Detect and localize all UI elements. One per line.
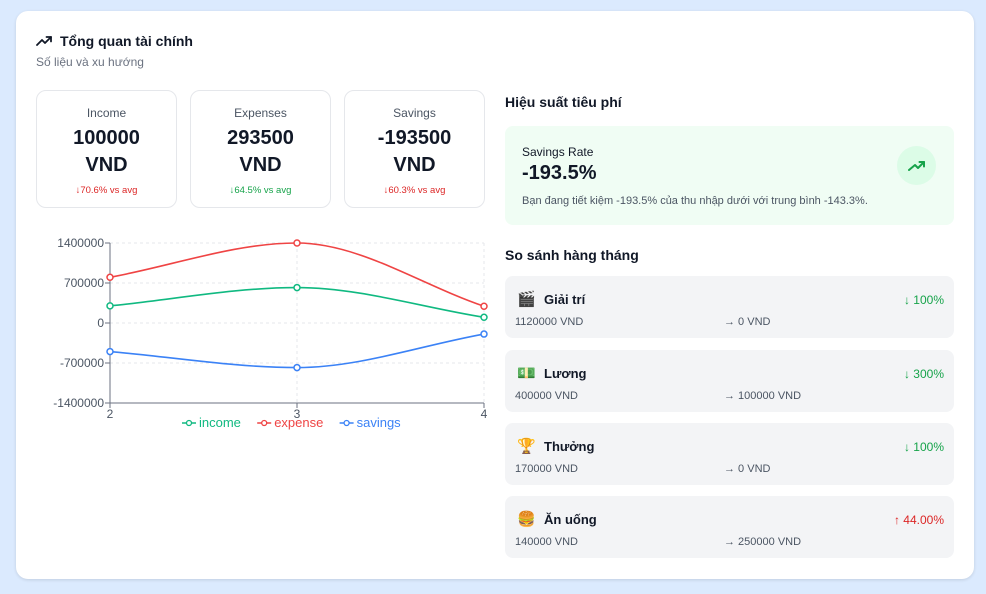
income-point [480,313,488,322]
savings-rate-value: -193.5% [522,162,597,184]
finance-overview-card: Tổng quan tài chính Số liệu và xu hướng … [16,11,974,579]
y-tick-label: 0 [97,316,104,330]
category-name: Lương [544,365,587,381]
expense-point [293,239,301,247]
category-name: Ăn uống [544,511,597,527]
legend-marker [343,419,350,427]
expense-point [480,302,488,310]
trend-line-chart: 14000007000000-700000-14000002 3 4income ex… [53,236,488,430]
card-subtitle: Số liệu và xu hướng [36,55,144,69]
savings-point [106,347,114,356]
trending-up-icon [36,36,52,46]
stat-value: 100000 VND [73,127,140,176]
x-tick-label: 2 [107,407,114,421]
savings-rate-description: Bạn đang tiết kiệm -193.5% của thu nhập … [522,195,868,207]
trend-badge [897,146,936,185]
clapperboard-icon: 🎬 [517,291,536,308]
expenses-stat-card: Expenses 293500 VND ↓64.5% vs avg [190,90,331,208]
savings-point [293,363,301,372]
previous-amount: 140000 VND [515,536,578,548]
previous-amount: 1120000 VND [515,316,584,328]
legend-label: expense [274,415,323,430]
category-name: Thưởng [544,438,595,454]
stat-change: ↓70.6% vs avg [75,185,138,196]
current-amount: → 250000 VND [724,536,802,548]
y-tick-label: 700000 [64,276,104,290]
legend-label: savings [357,415,402,430]
income-stat-card: Income 100000 VND ↓70.6% vs avg [36,90,177,208]
savings-rate-label: Savings Rate [522,145,594,159]
monthly-row: 🍔 Ăn uống ↑ 44.00% 140000 VND → 250000 VN… [505,496,954,558]
stat-label: Savings [393,106,436,120]
trending-up-icon [907,160,925,171]
monthly-title: So sánh hàng tháng [505,247,639,263]
legend-marker [261,419,268,427]
savings-stat-card: Savings -193500 VND ↓60.3% vs avg [344,90,485,208]
savings-point [480,330,488,338]
previous-amount: 170000 VND [515,463,578,475]
stat-change: ↓60.3% vs avg [383,185,446,196]
x-tick-label: 4 [481,407,488,421]
y-tick-label: 1400000 [57,236,104,250]
burger-icon: 🍔 [517,511,536,528]
current-amount: → 0 VND [724,463,771,475]
card-title: Tổng quan tài chính [60,33,193,49]
stat-value: 293500 VND [227,127,294,176]
savings-rate-card: Savings Rate -193.5% Bạn đang tiết kiệm … [505,126,954,225]
stat-value: -193500 VND [377,127,452,176]
change-percent: ↑ 44.00% [893,513,944,527]
income-point [293,283,301,292]
stat-label: Income [86,106,127,120]
previous-amount: 400000 VND [515,390,578,402]
category-name: Giải trí [544,291,586,307]
monthly-row: 🎬 Giải trí ↓ 100% 1120000 VND → 0 VND [505,276,954,338]
current-amount: → 0 VND [724,316,771,328]
stat-label: Expenses [234,106,287,120]
stat-change: ↓64.5% vs avg [229,185,292,196]
trophy-icon: 🏆 [517,438,536,455]
expense-point [106,273,114,282]
current-amount: → 100000 VND [724,390,802,402]
legend-label: income [199,415,241,430]
change-percent: ↓ 100% [903,440,944,454]
income-point [106,302,114,310]
monthly-row: 🏆 Thưởng ↓ 100% 170000 VND → 0 VND [505,423,954,485]
legend-marker [185,419,193,427]
performance-title: Hiệu suất tiêu phí [505,94,622,110]
money-icon: 💵 [517,365,536,382]
change-percent: ↓ 100% [903,293,944,307]
card-header: Tổng quan tài chính [36,33,193,49]
y-tick-label: -1400000 [53,396,104,410]
monthly-row: 💵 Lương ↓ 300% 400000 VND → 100000 VND [505,350,954,412]
y-tick-label: -700000 [60,356,104,370]
change-percent: ↓ 300% [903,367,944,381]
